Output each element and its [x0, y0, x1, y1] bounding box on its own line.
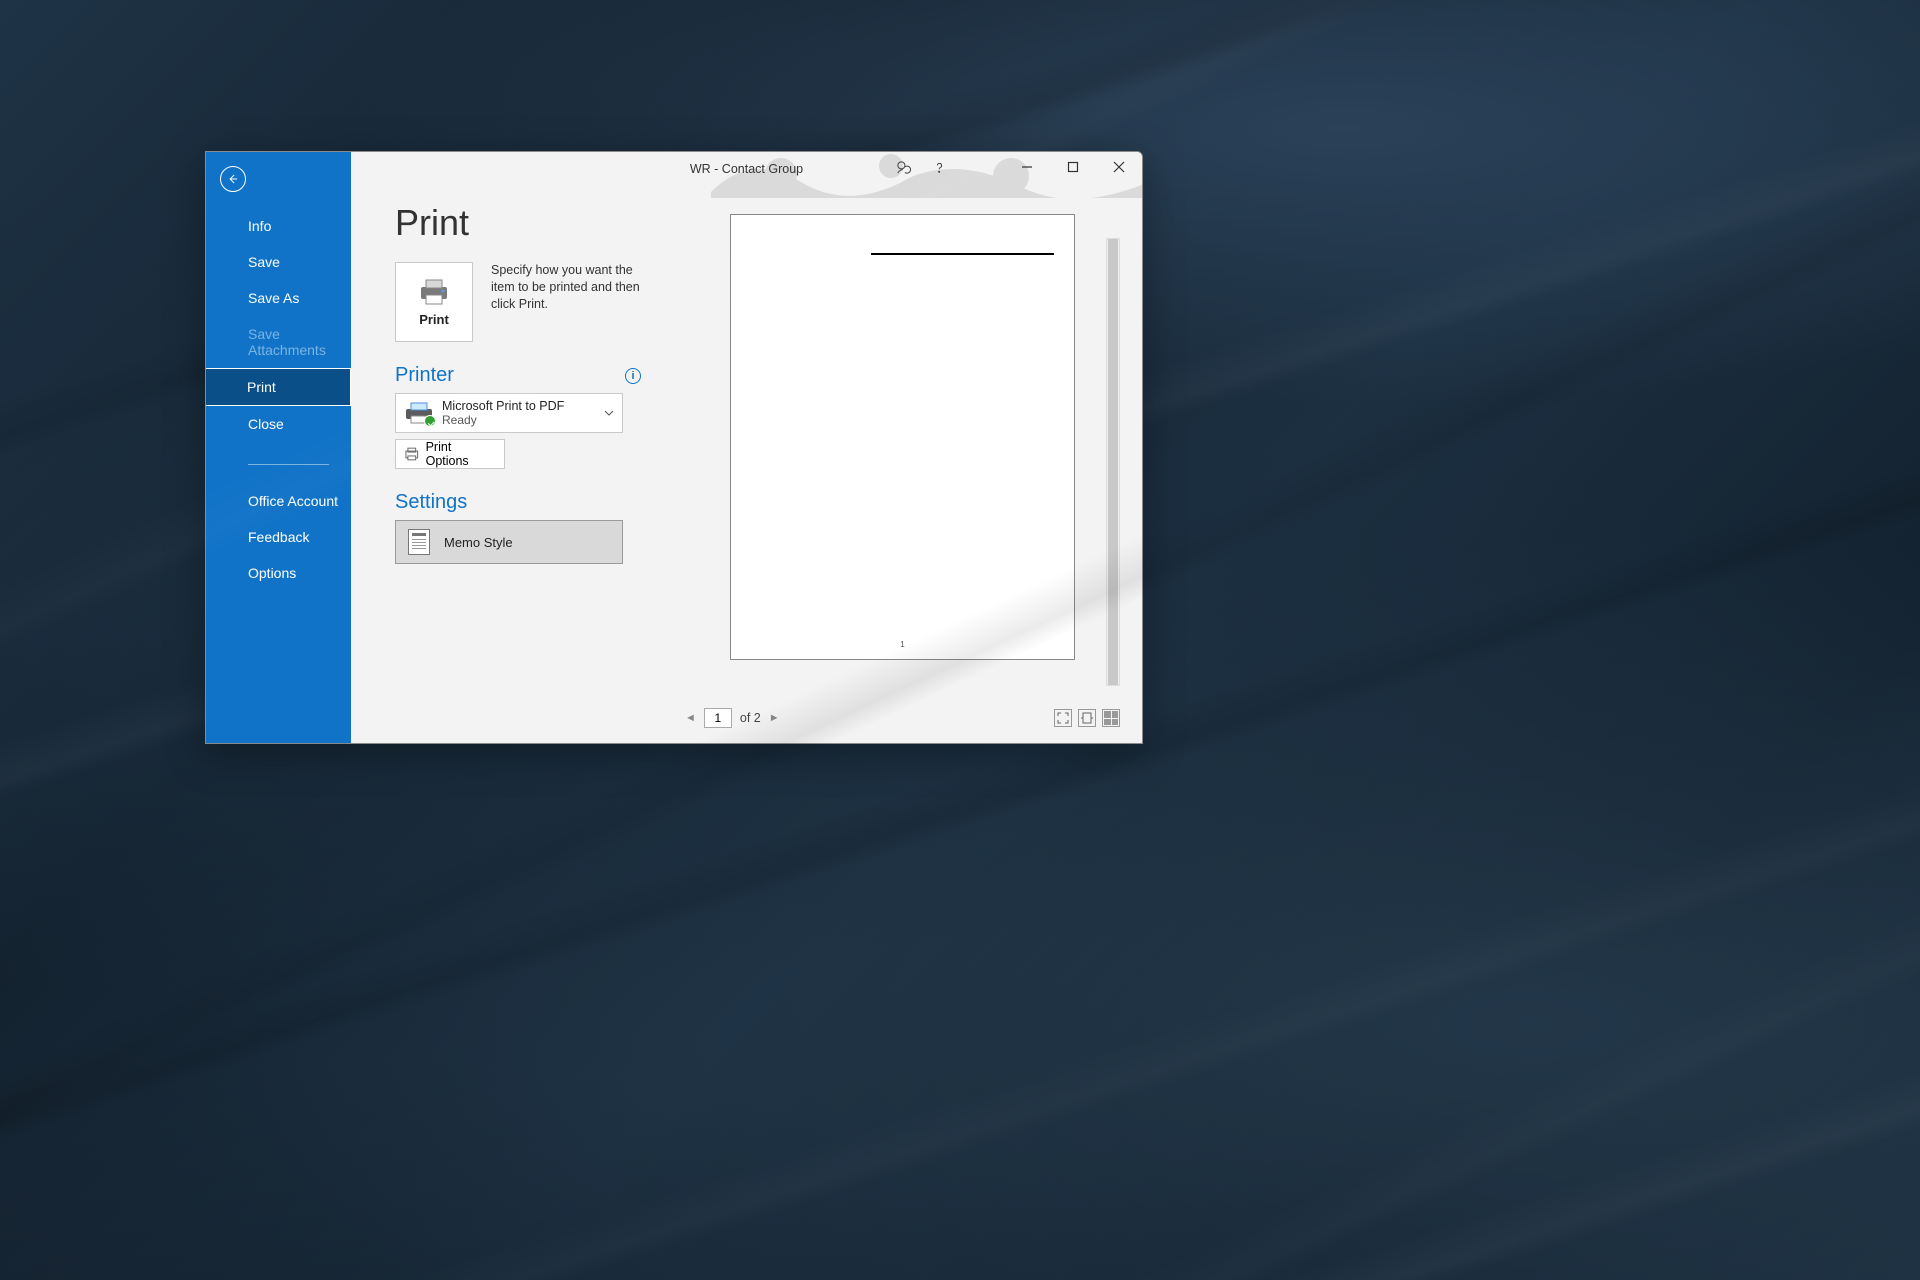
- sidebar-divider: [248, 464, 329, 465]
- window-controls: [1004, 152, 1142, 182]
- title-bar: WR - Contact Group: [351, 152, 1142, 186]
- print-options-label: Print Options: [426, 440, 496, 468]
- preview-page-footer: 1: [731, 640, 1074, 649]
- print-options-icon: [404, 446, 420, 462]
- desktop-wallpaper: Info Save Save As Save Attachments Print…: [0, 0, 1920, 1280]
- settings-section-heading: Settings: [395, 491, 467, 514]
- sidebar-item-print[interactable]: Print: [206, 368, 351, 406]
- current-page-input[interactable]: [704, 708, 732, 728]
- preview-pager: ◄ of 2 ►: [681, 705, 1124, 731]
- print-description: Specify how you want the item to be prin…: [491, 262, 641, 313]
- printer-device-icon: [404, 401, 434, 425]
- printer-icon: [417, 278, 451, 306]
- chevron-down-icon: [604, 408, 614, 418]
- close-button[interactable]: [1096, 152, 1142, 182]
- sidebar-item-save-as[interactable]: Save As: [206, 280, 351, 316]
- page-heading: Print: [395, 202, 641, 244]
- zoom-page-button[interactable]: [1078, 709, 1096, 727]
- preview-page: 1: [730, 214, 1075, 660]
- preview-scrollbar[interactable]: [1106, 238, 1120, 686]
- arrow-left-icon: [226, 172, 240, 186]
- zoom-fit-button[interactable]: [1054, 709, 1072, 727]
- print-button-label: Print: [419, 312, 449, 327]
- preview-header-rule: [871, 253, 1054, 255]
- sidebar-item-save-attachments: Save Attachments: [206, 316, 351, 368]
- sidebar-item-feedback[interactable]: Feedback: [206, 519, 351, 555]
- backstage-sidebar: Info Save Save As Save Attachments Print…: [206, 152, 351, 743]
- printer-info-icon[interactable]: i: [625, 368, 641, 384]
- prev-page-button[interactable]: ◄: [685, 712, 696, 724]
- printer-section-heading: Printer: [395, 364, 454, 387]
- minimize-button[interactable]: [1004, 152, 1050, 182]
- back-button[interactable]: [220, 166, 246, 192]
- printer-dropdown[interactable]: Microsoft Print to PDF Ready: [395, 393, 623, 433]
- printer-status: Ready: [442, 413, 564, 427]
- print-style-dropdown[interactable]: Memo Style: [395, 520, 623, 564]
- page-count-label: of 2: [740, 711, 761, 725]
- sidebar-item-save[interactable]: Save: [206, 244, 351, 280]
- print-preview-pane: 1 ◄ of 2 ►: [651, 186, 1142, 743]
- sidebar-item-office-account[interactable]: Office Account: [206, 483, 351, 519]
- coming-soon-icon[interactable]: [892, 156, 914, 178]
- print-options-button[interactable]: Print Options: [395, 439, 505, 469]
- sidebar-item-options[interactable]: Options: [206, 555, 351, 591]
- next-page-button[interactable]: ►: [769, 712, 780, 724]
- print-button[interactable]: Print: [395, 262, 473, 342]
- printer-ready-badge-icon: [424, 415, 436, 427]
- outlook-backstage-window: Info Save Save As Save Attachments Print…: [205, 151, 1143, 744]
- maximize-button[interactable]: [1050, 152, 1096, 182]
- printer-name: Microsoft Print to PDF: [442, 399, 564, 413]
- help-icon[interactable]: [928, 156, 950, 178]
- multi-page-button[interactable]: [1102, 709, 1120, 727]
- memo-style-icon: [408, 529, 430, 555]
- print-style-label: Memo Style: [444, 535, 513, 550]
- sidebar-item-info[interactable]: Info: [206, 208, 351, 244]
- sidebar-item-close[interactable]: Close: [206, 406, 351, 442]
- main-area: WR - Contact Group: [351, 152, 1142, 743]
- print-settings-pane: Print Print Specify how you want the i: [351, 186, 651, 743]
